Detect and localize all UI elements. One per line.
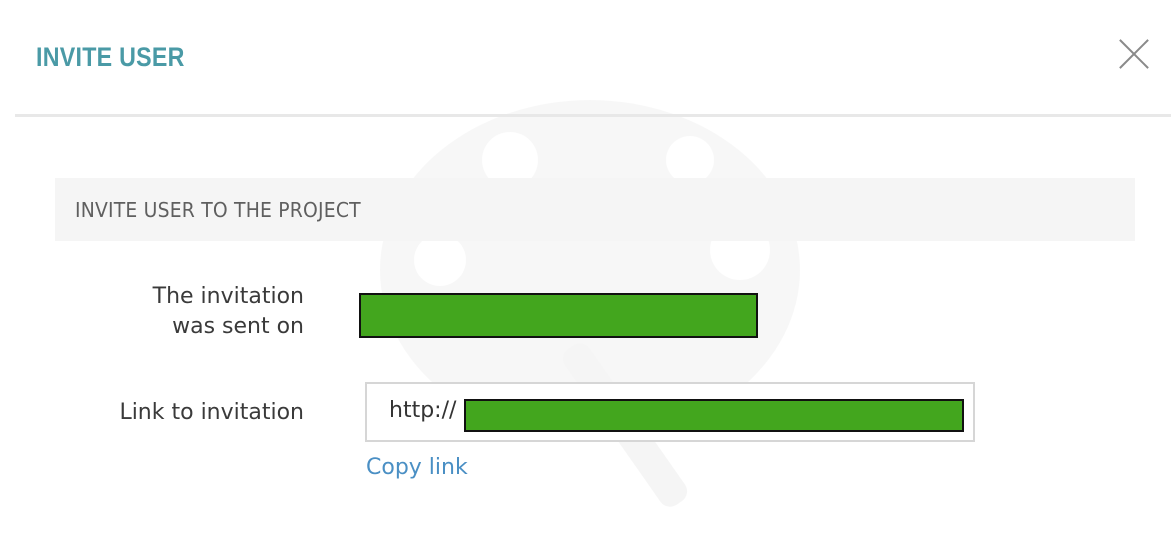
invite-user-dialog: INVITE USER INVITE USER TO THE PROJECT T… — [0, 0, 1171, 535]
sent-on-label-text: The invitation was sent on — [152, 284, 304, 339]
section-title: INVITE USER TO THE PROJECT — [75, 198, 361, 222]
dialog-header: INVITE USER — [0, 0, 1171, 116]
dialog-title: INVITE USER — [36, 42, 185, 72]
sent-on-label: The invitation was sent on — [44, 282, 304, 342]
invitation-link-field[interactable]: http:// — [365, 382, 975, 442]
section-header: INVITE USER TO THE PROJECT — [55, 178, 1135, 241]
link-prefix: http:// — [389, 398, 457, 423]
close-icon[interactable] — [1118, 38, 1150, 70]
header-divider — [15, 114, 1171, 117]
link-redacted — [464, 399, 964, 432]
sent-date-redacted — [359, 293, 758, 338]
link-label: Link to invitation — [119, 400, 304, 425]
copy-link[interactable]: Copy link — [366, 455, 468, 480]
